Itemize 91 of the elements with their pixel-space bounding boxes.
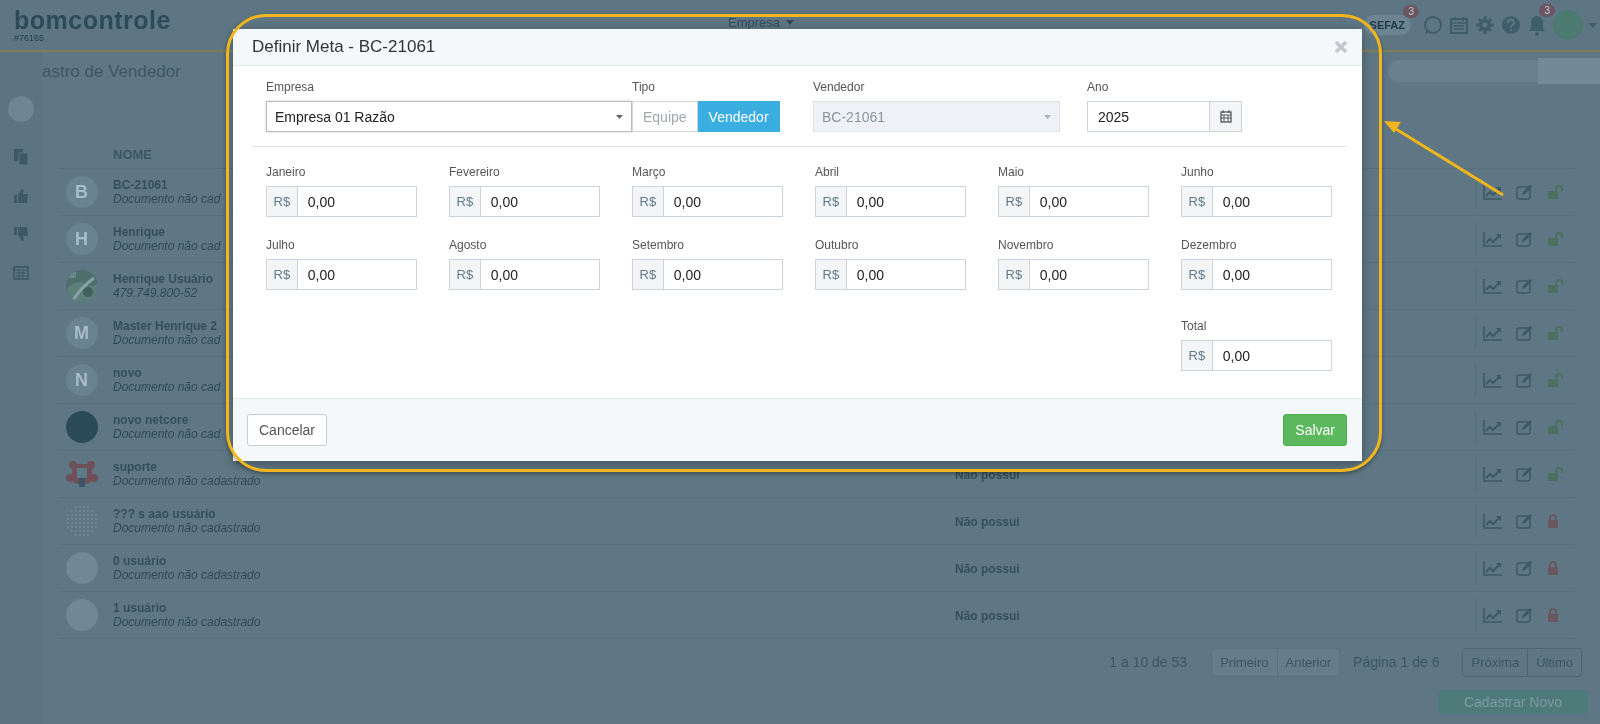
unlocked-icon[interactable] — [1547, 232, 1563, 246]
edit-icon[interactable] — [1516, 278, 1534, 294]
currency-label: R$ — [1181, 259, 1212, 290]
edit-icon[interactable] — [1516, 607, 1534, 623]
amount-field[interactable]: 0,00 — [662, 186, 783, 217]
dialog-title: Definir Meta - BC-21061 — [252, 37, 436, 57]
amount-field[interactable]: 0,00 — [845, 186, 966, 217]
amount-field[interactable]: 0,00 — [479, 259, 600, 290]
currency-label: R$ — [632, 259, 663, 290]
field-label: Setembro — [632, 238, 686, 252]
amount-field[interactable]: 0,00 — [296, 186, 417, 217]
field-label: Janeiro — [266, 165, 307, 179]
chart-icon[interactable] — [1483, 184, 1503, 200]
currency-label: R$ — [815, 186, 846, 217]
calendar-icon[interactable] — [1219, 110, 1232, 123]
field-label: Fevereiro — [449, 165, 501, 179]
chat-icon[interactable] — [1423, 15, 1443, 35]
unlocked-icon[interactable] — [1547, 279, 1563, 293]
field-label: Maio — [998, 165, 1025, 179]
unlocked-icon[interactable] — [1547, 373, 1563, 387]
caret-icon — [1044, 114, 1051, 119]
currency-label: R$ — [632, 186, 663, 217]
cancel-button[interactable]: Cancelar — [247, 414, 328, 446]
amount-field[interactable]: 0,00 — [662, 259, 783, 290]
close-icon[interactable] — [1334, 40, 1348, 54]
currency-label: R$ — [1181, 186, 1212, 217]
edit-icon[interactable] — [1516, 466, 1534, 482]
caret-icon — [616, 114, 623, 119]
unlocked-icon[interactable] — [1547, 326, 1563, 340]
lock-icon[interactable] — [1547, 514, 1559, 528]
unlocked-icon[interactable] — [1547, 467, 1563, 481]
settings-icon[interactable] — [1475, 15, 1495, 35]
field-label: Dezembro — [1181, 238, 1238, 252]
field-label: Abril — [815, 165, 840, 179]
help-icon[interactable] — [1501, 15, 1521, 35]
edit-icon[interactable] — [1516, 184, 1534, 200]
field-label: Março — [632, 165, 667, 179]
amount-field[interactable]: 0,00 — [479, 186, 600, 217]
field-label: Outubro — [815, 238, 860, 252]
currency-label: R$ — [266, 186, 297, 217]
caret-icon — [786, 20, 795, 25]
user-avatar: N — [65, 364, 98, 396]
year-field[interactable]: 2025 — [1087, 101, 1211, 132]
lock-icon[interactable] — [1547, 561, 1559, 575]
currency-label: R$ — [998, 186, 1029, 217]
user-avatar: B — [65, 176, 98, 208]
field-label: Agosto — [449, 238, 488, 252]
edit-icon[interactable] — [1516, 419, 1534, 435]
account-number: #76165 — [14, 33, 46, 43]
edit-icon[interactable] — [1516, 513, 1534, 529]
edit-icon[interactable] — [1516, 231, 1534, 247]
field-label: Ano — [1087, 80, 1110, 94]
field-label: Empresa — [266, 80, 316, 94]
edit-icon[interactable] — [1516, 325, 1534, 341]
amount-field[interactable]: 0,00 — [845, 259, 966, 290]
edit-icon[interactable] — [1516, 560, 1534, 576]
caret-icon[interactable] — [1589, 22, 1597, 28]
notification-badge: 3 — [1539, 4, 1555, 17]
amount-field[interactable]: 0,00 — [1211, 186, 1332, 217]
thumbs-up-icon[interactable] — [13, 188, 29, 204]
thumbs-down-icon[interactable] — [13, 226, 29, 242]
bell-icon[interactable] — [1527, 14, 1547, 36]
field-label: Julho — [266, 238, 296, 252]
unlocked-icon[interactable] — [1547, 420, 1563, 434]
currency-label: R$ — [449, 186, 480, 217]
amount-field[interactable]: 0,00 — [296, 259, 417, 290]
amount-field[interactable]: 0,00 — [1211, 259, 1332, 290]
user-avatar: M — [65, 317, 98, 349]
lock-icon[interactable] — [1547, 608, 1559, 622]
currency-label: R$ — [449, 259, 480, 290]
user-avatar[interactable] — [1553, 10, 1583, 40]
field-label: Junho — [1181, 165, 1215, 179]
user-avatar: H — [65, 223, 98, 255]
field-label: Novembro — [998, 238, 1055, 252]
unlocked-icon[interactable] — [1547, 185, 1563, 199]
field-label: Total — [1181, 319, 1208, 333]
amount-field[interactable]: 0,00 — [1028, 186, 1149, 217]
edit-icon[interactable] — [1516, 372, 1534, 388]
currency-label: R$ — [815, 259, 846, 290]
total-field[interactable]: 0,00 — [1211, 340, 1332, 371]
company-select[interactable]: Empresa 01 Razão — [266, 101, 632, 132]
currency-label: R$ — [998, 259, 1029, 290]
field-label: Tipo — [632, 80, 656, 94]
currency-label: R$ — [1181, 340, 1212, 371]
documents-icon[interactable] — [13, 148, 29, 166]
notification-badge: 3 — [1403, 5, 1419, 18]
mascot-avatar — [65, 458, 98, 490]
currency-label: R$ — [266, 259, 297, 290]
amount-field[interactable]: 0,00 — [1028, 259, 1149, 290]
user-avatar — [65, 411, 98, 443]
field-label: Vendedor — [813, 80, 866, 94]
